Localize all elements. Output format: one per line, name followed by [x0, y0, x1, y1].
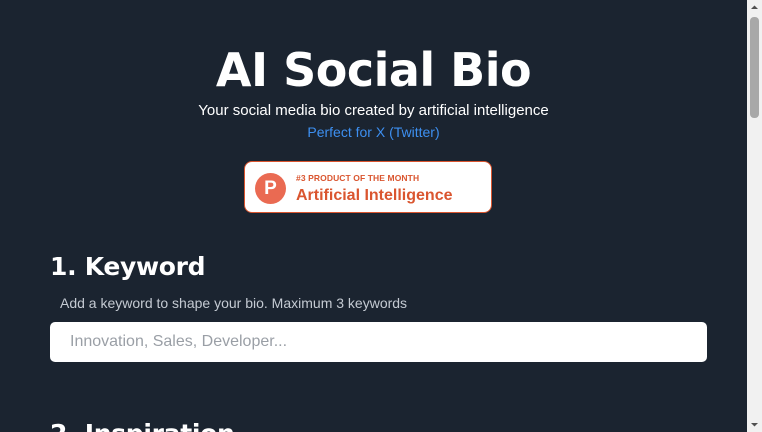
keyword-input[interactable]: [50, 322, 707, 362]
product-hunt-icon: P: [255, 173, 286, 204]
scrollbar-thumb[interactable]: [750, 17, 759, 118]
page-subtitle: Your social media bio created by artific…: [198, 102, 549, 119]
page-title: AI Social Bio: [215, 43, 532, 97]
badge-category: Artificial Intelligence: [296, 187, 453, 204]
keyword-section-heading: 1. Keyword: [50, 252, 206, 281]
main-content: AI Social Bio Your social media bio crea…: [0, 0, 747, 432]
scroll-down-arrow-icon[interactable]: [747, 417, 762, 432]
badge-rank-text: #3 PRODUCT OF THE MONTH: [296, 173, 420, 183]
keyword-helper-text: Add a keyword to shape your bio. Maximum…: [60, 295, 408, 311]
inspiration-section-heading: 2. Inspiration: [50, 418, 235, 432]
page-viewport: AI Social Bio Your social media bio crea…: [0, 0, 762, 432]
vertical-scrollbar[interactable]: [747, 0, 762, 432]
scroll-up-arrow-icon[interactable]: [747, 0, 762, 15]
product-hunt-badge[interactable]: P #3 PRODUCT OF THE MONTH Artificial Int…: [244, 161, 492, 213]
twitter-tagline-link[interactable]: Perfect for X (Twitter): [0, 122, 747, 142]
